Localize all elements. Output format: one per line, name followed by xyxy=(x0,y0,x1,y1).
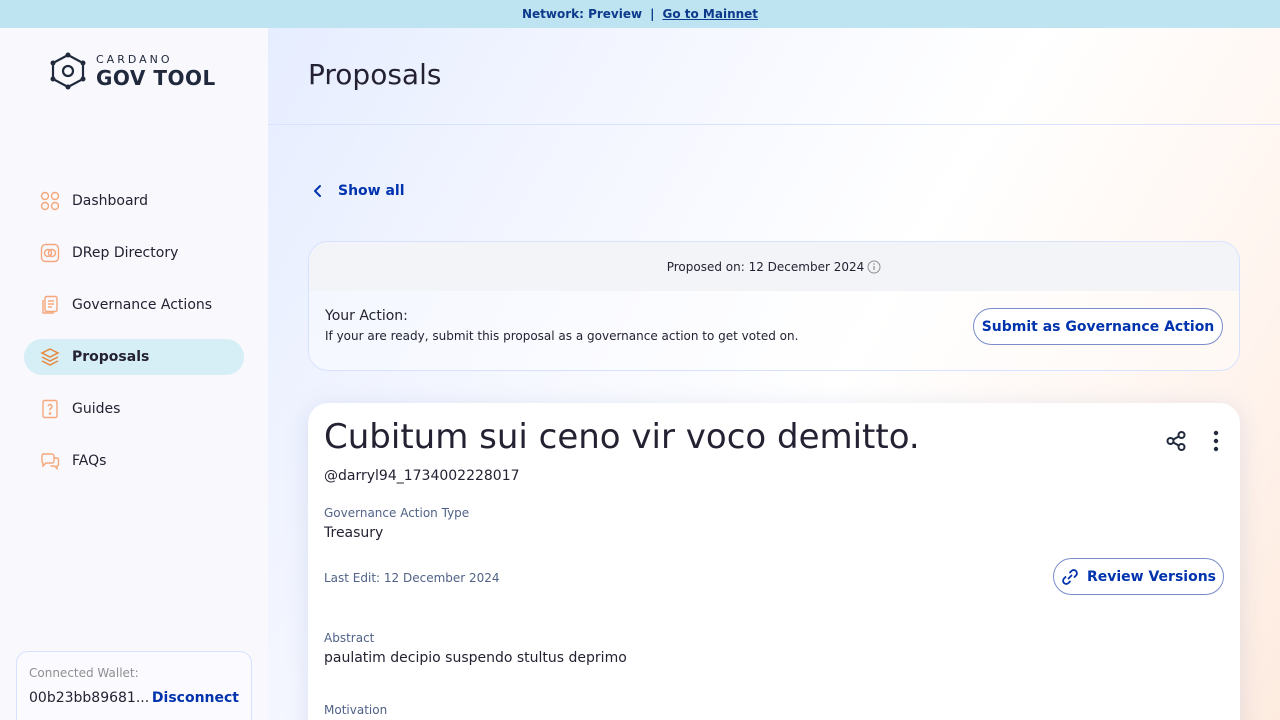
review-versions-button[interactable]: Review Versions xyxy=(1053,558,1224,595)
show-all-link[interactable]: Show all xyxy=(308,181,405,201)
proposed-on-text: Proposed on: 12 December 2024 xyxy=(666,259,865,274)
sidebar-item-dashboard[interactable]: Dashboard xyxy=(24,183,244,219)
faqs-icon xyxy=(40,451,60,471)
brand-small: CARDANO xyxy=(96,53,173,66)
your-action-card: Proposed on: 12 December 2024 Your Actio… xyxy=(308,241,1240,371)
proposal-author: @darryl94_1734002228017 xyxy=(324,468,520,484)
sidebar-item-guides[interactable]: Guides xyxy=(24,391,244,427)
review-versions-label: Review Versions xyxy=(1086,568,1217,585)
disconnect-button[interactable]: Disconnect xyxy=(152,690,239,706)
governance-action-type-label: Governance Action Type xyxy=(324,506,470,520)
sidebar-item-label: Guides xyxy=(72,401,121,417)
sidebar-item-proposals[interactable]: Proposals xyxy=(24,339,244,375)
go-to-mainnet-link[interactable]: Go to Mainnet xyxy=(662,7,758,21)
your-action-text: If your are ready, submit this proposal … xyxy=(325,329,799,343)
proposals-icon xyxy=(40,347,60,367)
more-options-icon[interactable] xyxy=(1202,427,1230,455)
sidebar-item-drep-directory[interactable]: DRep Directory xyxy=(24,235,244,271)
logo[interactable]: CARDANO GOV TOOL xyxy=(48,52,216,90)
submit-as-governance-action-button[interactable]: Submit as Governance Action xyxy=(973,308,1223,345)
network-label: Network: Preview xyxy=(521,7,643,21)
connected-wallet-panel: Connected Wallet: 00b23bb89681... Discon… xyxy=(16,651,252,720)
page-title: Proposals xyxy=(308,58,442,91)
abstract-label: Abstract xyxy=(324,631,375,645)
guides-icon xyxy=(40,399,60,419)
sidebar-item-label: DRep Directory xyxy=(72,245,179,261)
page-header: Proposals xyxy=(268,28,1280,125)
sidebar-item-label: Proposals xyxy=(72,349,150,365)
abstract-value: paulatim decipio suspendo stultus deprim… xyxy=(324,650,627,666)
governance-action-type-value: Treasury xyxy=(324,525,384,541)
proposed-on-bar: Proposed on: 12 December 2024 xyxy=(309,242,1239,291)
main-content: Proposals Show all Proposed on: 12 Decem… xyxy=(268,28,1280,720)
sidebar-item-label: Dashboard xyxy=(72,193,148,209)
sidebar-item-faqs[interactable]: FAQs xyxy=(24,443,244,479)
brand-big: GOV TOOL xyxy=(96,66,216,90)
drep-directory-icon xyxy=(40,243,60,263)
info-icon[interactable] xyxy=(867,260,881,274)
wallet-label: Connected Wallet: xyxy=(29,666,139,680)
your-action-title: Your Action: xyxy=(325,308,408,324)
proposal-card: Cubitum sui ceno vir voco demitto. @darr… xyxy=(308,403,1240,720)
wallet-address: 00b23bb89681... xyxy=(29,690,150,706)
link-icon xyxy=(1061,568,1079,586)
sidebar-item-governance-actions[interactable]: Governance Actions xyxy=(24,287,244,323)
governance-actions-icon xyxy=(40,295,60,315)
show-all-label: Show all xyxy=(338,183,405,199)
cardano-logo-icon xyxy=(50,52,86,90)
sidebar-item-label: FAQs xyxy=(72,453,107,469)
dashboard-icon xyxy=(40,191,60,211)
last-edit-text: Last Edit: 12 December 2024 xyxy=(324,571,500,585)
sidebar-nav: Dashboard DRep Directory Governance Acti… xyxy=(24,183,244,495)
chevron-left-icon xyxy=(308,181,328,201)
sidebar: CARDANO GOV TOOL Dashboard DRep Director… xyxy=(0,28,268,720)
motivation-label: Motivation xyxy=(324,703,388,717)
network-banner: Network: Preview | Go to Mainnet xyxy=(0,0,1280,28)
sidebar-item-label: Governance Actions xyxy=(72,297,213,313)
banner-separator: | xyxy=(650,7,655,21)
proposal-title: Cubitum sui ceno vir voco demitto. xyxy=(324,417,920,457)
share-icon[interactable] xyxy=(1162,427,1190,455)
